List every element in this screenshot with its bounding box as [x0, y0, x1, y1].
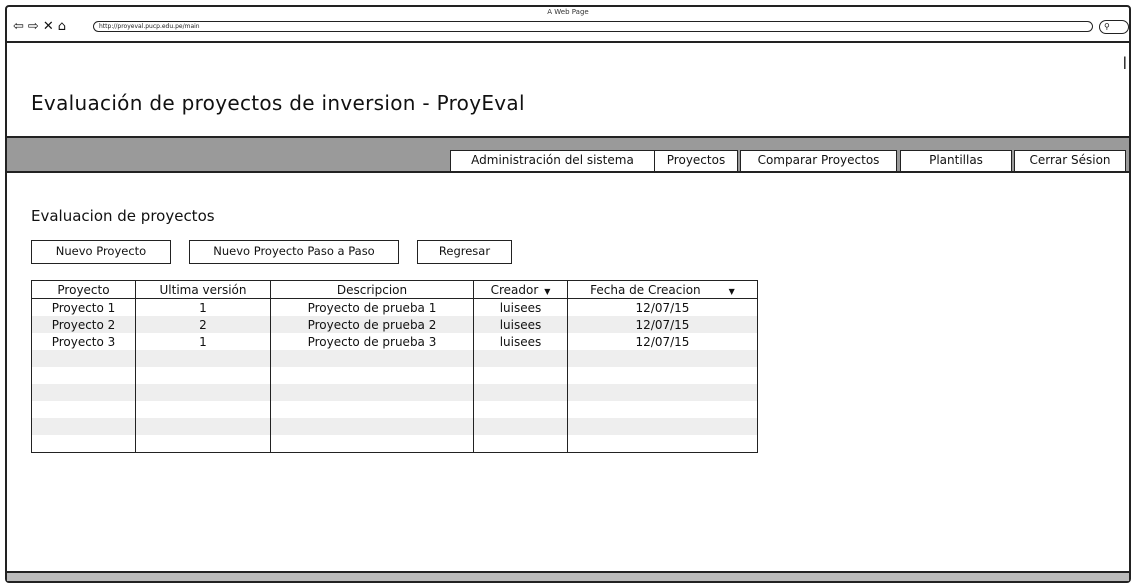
table-cell: Proyecto 3	[51, 334, 116, 349]
nav-admin-button[interactable]: Administración del sistema	[450, 150, 655, 172]
table-cell: 12/07/15	[567, 316, 758, 333]
table-cell	[567, 418, 758, 435]
page-title: Evaluación de proyectos de inversion - P…	[31, 91, 525, 115]
table-cell: luisees	[473, 298, 568, 316]
col-header-date[interactable]: Fecha de Creacion ▼	[567, 280, 758, 299]
col-header-version[interactable]: Ultima versión	[135, 280, 271, 299]
nav-templates-button[interactable]: Plantillas	[900, 150, 1012, 172]
sort-down-icon[interactable]: ▼	[729, 287, 735, 296]
table-cell	[567, 384, 758, 401]
browser-window: A Web Page ⇦ ⇨ ✕ ⌂ http://proyeval.pucp.…	[5, 5, 1131, 583]
table-row[interactable]	[31, 418, 758, 435]
sort-down-icon[interactable]: ▼	[544, 287, 550, 296]
table-cell	[135, 435, 271, 453]
nav-compare-button[interactable]: Comparar Proyectos	[740, 150, 897, 172]
table-cell	[270, 350, 474, 367]
table-cell	[135, 401, 271, 418]
col-header-creator[interactable]: Creador ▼	[473, 280, 568, 299]
table-cell	[473, 384, 568, 401]
table-cell	[473, 401, 568, 418]
table-cell	[135, 350, 271, 367]
table-cell	[31, 418, 136, 435]
main-nav: Administración del sistema Proyectos Com…	[7, 136, 1129, 173]
table-cell	[270, 435, 474, 453]
table-cell: luisees	[473, 316, 568, 333]
search-icon[interactable]: ⚲	[1099, 20, 1129, 34]
table-cell	[135, 384, 271, 401]
table-row[interactable]	[31, 350, 758, 367]
table-row[interactable]: Proyecto 1 1 Proyecto de prueba 1 luisees 12…	[32, 298, 758, 316]
table-cell: 12/07/15	[567, 333, 758, 350]
table-row[interactable]: Proyecto 2 2 Proyecto de prueba 2 luisees 12…	[31, 316, 758, 333]
table-cell	[567, 401, 758, 418]
left-arrow-icon[interactable]: ⇦	[13, 20, 24, 33]
back-button[interactable]: Regresar	[417, 240, 512, 264]
url-bar[interactable]: http://proyeval.pucp.edu.pe/main	[93, 21, 1093, 32]
table-cell: 12/07/15	[567, 298, 758, 316]
table-cell	[31, 384, 136, 401]
table-cell: Proyecto 1	[51, 300, 116, 315]
table-cell	[135, 367, 271, 384]
table-cell	[135, 418, 271, 435]
table-cell: luisees	[473, 333, 568, 350]
creator-header-label: Creador	[490, 282, 539, 297]
browser-chrome: A Web Page ⇦ ⇨ ✕ ⌂ http://proyeval.pucp.…	[7, 7, 1129, 43]
home-icon[interactable]: ⌂	[58, 20, 66, 33]
table-cell	[567, 367, 758, 384]
table-cell: 1	[135, 298, 271, 316]
table-cell: Proyecto de prueba 1	[270, 298, 474, 316]
table-cell	[567, 435, 758, 453]
table-cell	[473, 367, 568, 384]
table-cell: 1	[135, 333, 271, 350]
scrollbar[interactable]: |	[1123, 55, 1127, 69]
table-header-row: Proyecto Ultima versión Descripcion Crea…	[31, 280, 758, 299]
window-title: A Web Page	[547, 8, 589, 16]
section-title: Evaluacion de proyectos	[31, 207, 215, 225]
table-cell: Proyecto de prueba 3	[270, 333, 474, 350]
table-cell: 2	[135, 316, 271, 333]
browser-nav-icons: ⇦ ⇨ ✕ ⌂	[13, 20, 66, 33]
table-cell	[31, 350, 136, 367]
table-cell: Proyecto 2	[31, 316, 136, 333]
table-cell	[473, 350, 568, 367]
date-header-label: Fecha de Creacion	[590, 282, 701, 297]
table-cell	[270, 367, 474, 384]
right-arrow-icon[interactable]: ⇨	[28, 20, 39, 33]
table-body: Proyecto 1 1 Proyecto de prueba 1 luisees 12…	[31, 298, 758, 453]
new-project-button[interactable]: Nuevo Proyecto	[31, 240, 171, 264]
table-cell	[270, 384, 474, 401]
col-header-description[interactable]: Descripcion	[270, 280, 474, 299]
table-cell	[32, 367, 136, 384]
table-cell	[567, 350, 758, 367]
table-row[interactable]	[32, 435, 758, 453]
table-cell	[473, 435, 568, 453]
new-project-step-button[interactable]: Nuevo Proyecto Paso a Paso	[189, 240, 399, 264]
table-cell	[32, 435, 136, 453]
table-row[interactable]: Proyecto 3 1 Proyecto de prueba 3 luisees 12…	[32, 333, 758, 350]
table-cell	[473, 418, 568, 435]
status-bar	[7, 571, 1129, 581]
table-cell	[270, 401, 474, 418]
table-row[interactable]	[31, 384, 758, 401]
col-header-project[interactable]: Proyecto	[31, 280, 136, 299]
table-row[interactable]	[32, 367, 758, 384]
table-row[interactable]	[32, 401, 758, 418]
close-icon[interactable]: ✕	[43, 20, 54, 33]
projects-table: Proyecto Ultima versión Descripcion Crea…	[31, 280, 758, 453]
table-cell: Proyecto de prueba 2	[270, 316, 474, 333]
table-cell	[270, 418, 474, 435]
table-cell	[32, 401, 136, 418]
nav-logout-button[interactable]: Cerrar Sésion	[1014, 150, 1126, 172]
nav-projects-button[interactable]: Proyectos	[654, 150, 738, 172]
